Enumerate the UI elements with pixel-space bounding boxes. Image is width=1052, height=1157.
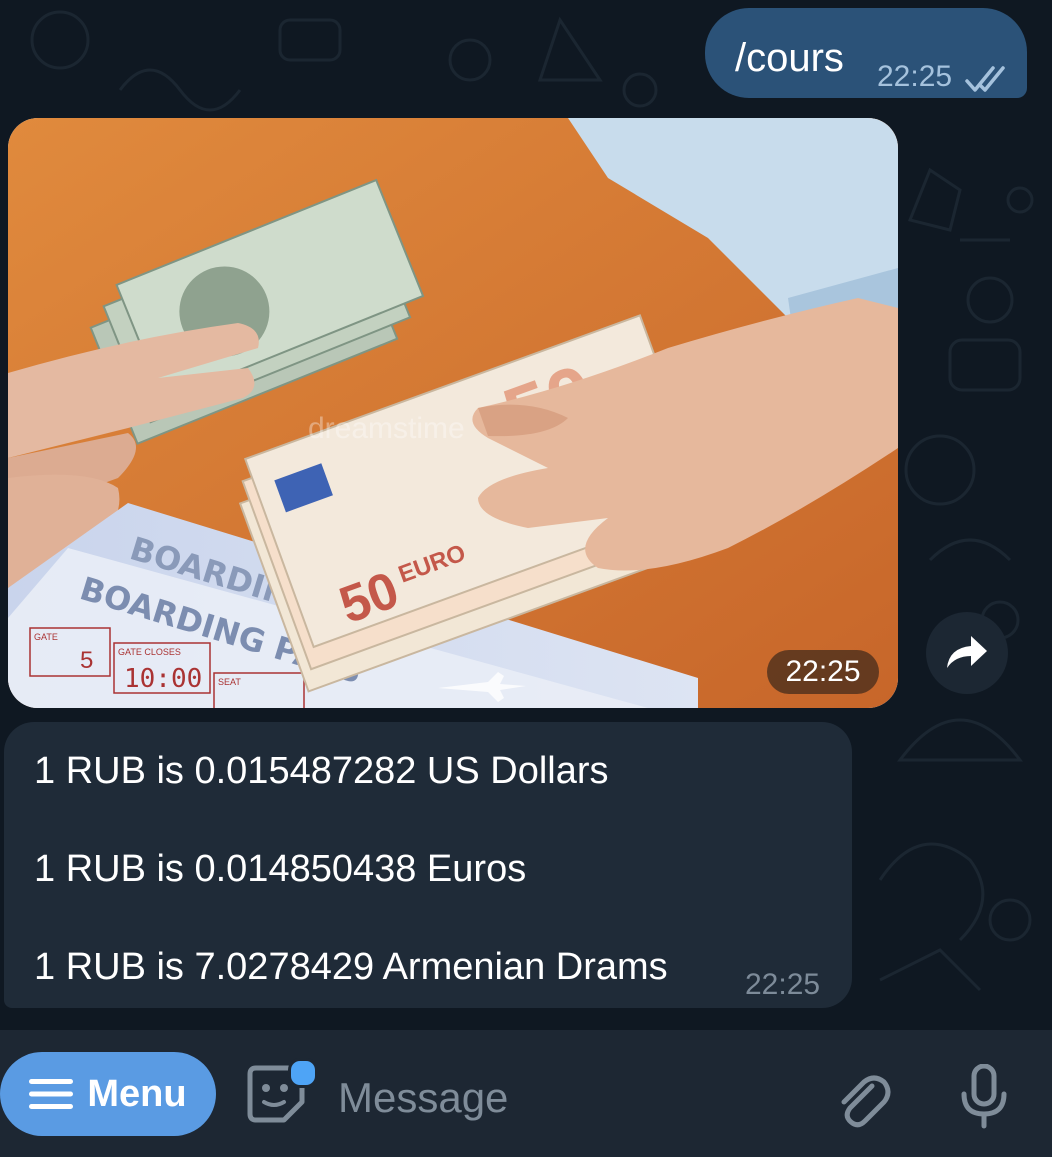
- incoming-message[interactable]: 1 RUB is 0.015487282 US Dollars 1 RUB is…: [4, 722, 852, 1008]
- watermark-text: dreamstime: [308, 412, 465, 445]
- photo-message[interactable]: BOARDING PASS BOARDING PASS GATE 5 GATE …: [8, 118, 898, 708]
- menu-button[interactable]: Menu: [0, 1052, 216, 1136]
- money-photo: BOARDING PASS BOARDING PASS GATE 5 GATE …: [8, 118, 898, 708]
- microphone-icon[interactable]: [958, 1063, 1010, 1135]
- double-check-icon: [965, 66, 1013, 99]
- gate-value: 5: [80, 647, 93, 674]
- share-arrow-icon: [947, 636, 987, 668]
- hamburger-icon: [29, 1079, 74, 1109]
- incoming-message-time: 22:25: [745, 968, 821, 1001]
- photo-time: 22:25: [767, 650, 879, 694]
- rate-amd-line: 1 RUB is 7.0278429 Armenian Drams: [34, 946, 668, 988]
- paperclip-icon[interactable]: [832, 1070, 892, 1135]
- outgoing-message-time: 22:25: [877, 60, 953, 93]
- outgoing-message-text: /cours: [735, 36, 844, 80]
- outgoing-message[interactable]: /cours 22:25: [705, 8, 1027, 98]
- sticker-notification-dot: [288, 1058, 318, 1088]
- seat-label: SEAT: [218, 677, 241, 687]
- message-composer: Menu Message: [0, 1030, 1052, 1157]
- gate-closes-value: 10:00: [124, 664, 202, 694]
- menu-button-label: Menu: [87, 1072, 187, 1115]
- rate-usd-line: 1 RUB is 0.015487282 US Dollars: [34, 750, 609, 792]
- share-button[interactable]: [926, 612, 1008, 694]
- gate-closes-label: GATE CLOSES: [118, 647, 181, 657]
- gate-label: GATE: [34, 632, 58, 642]
- rate-eur-line: 1 RUB is 0.014850438 Euros: [34, 848, 527, 890]
- message-input[interactable]: Message: [338, 1068, 798, 1128]
